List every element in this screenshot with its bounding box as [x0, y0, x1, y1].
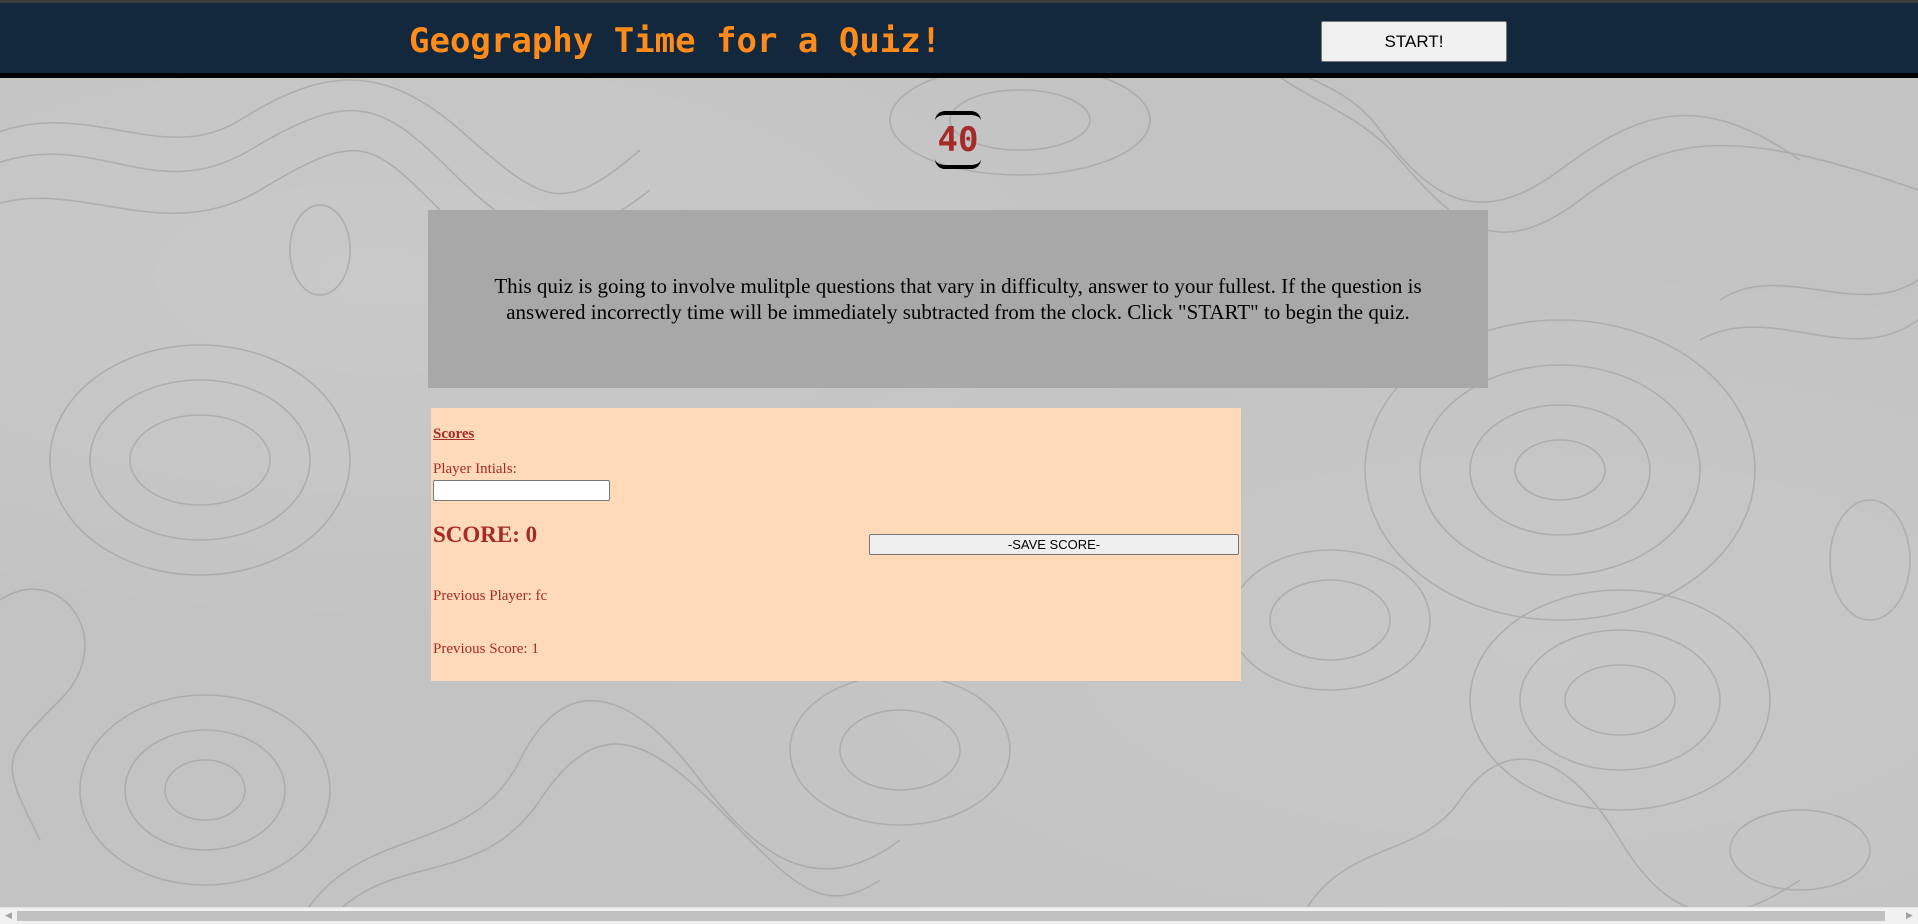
scrollbar-thumb[interactable] — [17, 911, 1885, 921]
player-initials-label: Player Intials: — [433, 461, 517, 477]
save-score-button[interactable]: -SAVE SCORE- — [869, 534, 1239, 555]
quiz-intro-panel: This quiz is going to involve mulitple q… — [428, 210, 1488, 388]
previous-player: Previous Player: fc — [433, 588, 548, 604]
horizontal-scrollbar[interactable]: ◀ ▶ — [0, 907, 1918, 924]
triangle-right-icon[interactable]: ▶ — [1901, 908, 1918, 924]
quiz-instructions: This quiz is going to involve mulitple q… — [494, 274, 1422, 324]
top-header: Geography Time for a Quiz! START! — [0, 0, 1918, 78]
scores-heading: Scores — [433, 426, 475, 442]
start-button[interactable]: START! — [1321, 21, 1507, 62]
previous-score: Previous Score: 1 — [433, 641, 539, 657]
triangle-left-icon[interactable]: ◀ — [0, 908, 17, 924]
scores-panel: Scores Player Intials: SCORE: 0 -SAVE SC… — [431, 408, 1241, 681]
player-initials-input[interactable] — [433, 480, 610, 501]
page-title: Geography Time for a Quiz! — [409, 21, 942, 61]
current-score: SCORE: 0 — [433, 522, 538, 547]
countdown-timer: 40 — [935, 111, 981, 169]
